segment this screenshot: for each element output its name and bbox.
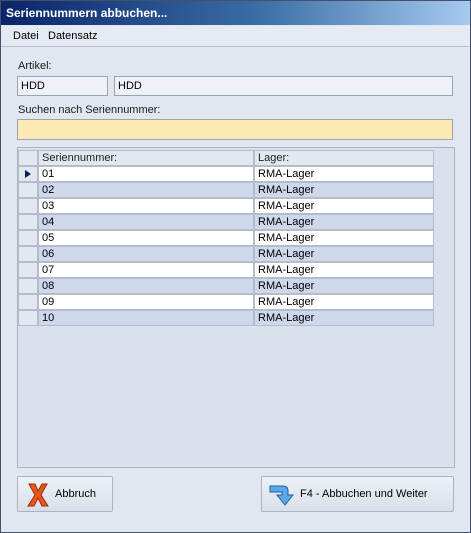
table-row[interactable]: 01 RMA-Lager [18, 166, 435, 182]
lager-cell[interactable]: RMA-Lager [254, 214, 434, 230]
serial-cell[interactable]: 02 [38, 182, 254, 198]
serial-cell[interactable]: 09 [38, 294, 254, 310]
row-indicator[interactable] [18, 294, 38, 310]
artikel-name-field: HDD [114, 76, 453, 96]
table-row[interactable]: 02 RMA-Lager [18, 182, 435, 198]
serial-grid[interactable]: Seriennummer: Lager: 01 RMA-Lager 02 RMA-La… [17, 147, 455, 468]
row-indicator[interactable] [18, 166, 38, 182]
grid-header: Seriennummer: Lager: [18, 150, 435, 166]
row-indicator[interactable] [18, 246, 38, 262]
confirm-button[interactable]: F4 - Abbuchen und Weiter [261, 476, 454, 512]
lager-cell[interactable]: RMA-Lager [254, 182, 434, 198]
serial-cell[interactable]: 03 [38, 198, 254, 214]
table-row[interactable]: 03 RMA-Lager [18, 198, 435, 214]
search-label: Suchen nach Seriennummer: [18, 104, 161, 116]
lager-cell[interactable]: RMA-Lager [254, 278, 434, 294]
cancel-button-label: Abbruch [55, 488, 96, 500]
row-indicator[interactable] [18, 230, 38, 246]
table-row[interactable]: 04 RMA-Lager [18, 214, 435, 230]
serial-cell[interactable]: 05 [38, 230, 254, 246]
row-indicator[interactable] [18, 310, 38, 326]
lager-cell[interactable]: RMA-Lager [254, 246, 434, 262]
column-header-serial[interactable]: Seriennummer: [38, 150, 254, 166]
table-row[interactable]: 08 RMA-Lager [18, 278, 435, 294]
menu-datensatz[interactable]: Datensatz [48, 30, 98, 42]
row-indicator[interactable] [18, 198, 38, 214]
red-x-icon [27, 483, 49, 507]
table-row[interactable]: 10 RMA-Lager [18, 310, 435, 326]
lager-cell[interactable]: RMA-Lager [254, 166, 434, 182]
table-row[interactable]: 09 RMA-Lager [18, 294, 435, 310]
serial-cell[interactable]: 01 [38, 166, 254, 182]
serial-search-input[interactable] [17, 119, 453, 140]
artikel-label: Artikel: [18, 60, 52, 72]
table-row[interactable]: 06 RMA-Lager [18, 246, 435, 262]
header-indicator [18, 150, 38, 166]
table-row[interactable]: 05 RMA-Lager [18, 230, 435, 246]
lager-cell[interactable]: RMA-Lager [254, 294, 434, 310]
current-row-arrow-icon [25, 170, 31, 178]
lager-cell[interactable]: RMA-Lager [254, 230, 434, 246]
title-bar[interactable]: Seriennummern abbuchen... [1, 1, 470, 25]
lager-cell[interactable]: RMA-Lager [254, 198, 434, 214]
table-row[interactable]: 07 RMA-Lager [18, 262, 435, 278]
cancel-button[interactable]: Abbruch [17, 476, 113, 512]
row-indicator[interactable] [18, 182, 38, 198]
row-indicator[interactable] [18, 278, 38, 294]
lager-cell[interactable]: RMA-Lager [254, 310, 434, 326]
serial-cell[interactable]: 07 [38, 262, 254, 278]
serial-cell[interactable]: 10 [38, 310, 254, 326]
row-indicator[interactable] [18, 214, 38, 230]
dialog-window: Seriennummern abbuchen... Datei Datensat… [0, 0, 471, 533]
column-header-lager[interactable]: Lager: [254, 150, 434, 166]
menu-datei[interactable]: Datei [13, 30, 39, 42]
menu-bar: Datei Datensatz [1, 26, 470, 47]
lager-cell[interactable]: RMA-Lager [254, 262, 434, 278]
return-arrow-icon [269, 485, 295, 506]
serial-cell[interactable]: 08 [38, 278, 254, 294]
serial-cell[interactable]: 04 [38, 214, 254, 230]
window-title: Seriennummern abbuchen... [6, 6, 168, 20]
row-indicator[interactable] [18, 262, 38, 278]
serial-cell[interactable]: 06 [38, 246, 254, 262]
artikel-code-field: HDD [17, 76, 108, 96]
confirm-button-label: F4 - Abbuchen und Weiter [300, 488, 428, 500]
